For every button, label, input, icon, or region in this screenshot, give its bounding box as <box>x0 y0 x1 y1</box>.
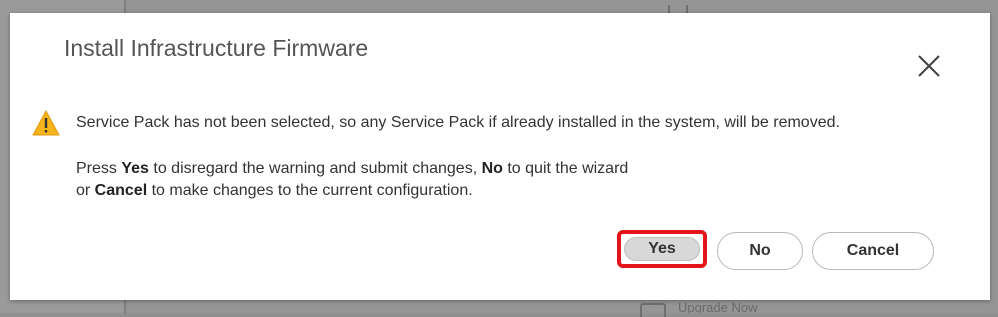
dialog-title: Install Infrastructure Firmware <box>64 35 369 61</box>
instructions-line-2: or Cancel to make changes to the current… <box>76 182 473 199</box>
yes-button-highlight: Yes <box>617 230 707 268</box>
no-button[interactable]: No <box>717 232 803 270</box>
background-checkbox <box>640 303 666 317</box>
close-button[interactable] <box>914 51 944 81</box>
background-faded-text: Upgrade Now <box>678 302 758 313</box>
cancel-button[interactable]: Cancel <box>812 232 934 270</box>
close-icon <box>918 55 940 77</box>
warning-message: Service Pack has not been selected, so a… <box>76 114 840 131</box>
warning-icon <box>32 109 60 137</box>
instructions: Press Yes to disregard the warning and s… <box>76 158 628 202</box>
install-firmware-dialog: Install Infrastructure Firmware Service … <box>10 13 990 300</box>
instructions-line-1: Press Yes to disregard the warning and s… <box>76 160 629 177</box>
yes-button[interactable]: Yes <box>624 237 700 261</box>
